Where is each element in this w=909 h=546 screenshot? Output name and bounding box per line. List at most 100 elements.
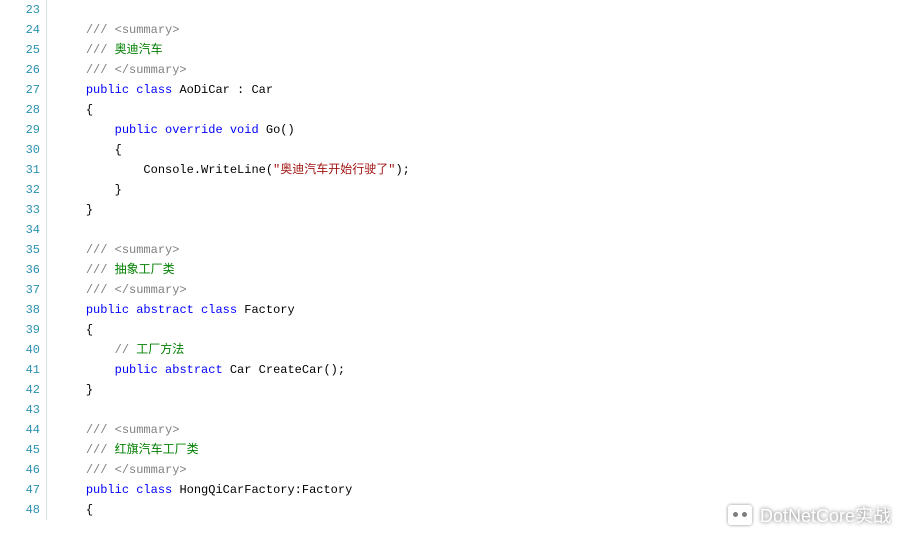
code-line: { [57, 140, 909, 160]
token: { [86, 103, 93, 117]
watermark-text: DotNetCore实战 [760, 502, 891, 528]
code-line: /// </summary> [57, 60, 909, 80]
line-number: 27 [0, 80, 40, 100]
code-area: /// <summary> /// 奥迪汽车 /// </summary> pu… [47, 0, 909, 520]
line-number: 33 [0, 200, 40, 220]
token: "奥迪汽车开始行驶了" [273, 163, 395, 177]
token: /// </summary> [86, 63, 187, 77]
code-line: } [57, 200, 909, 220]
token: class [136, 483, 172, 497]
token: } [86, 183, 122, 197]
line-number: 23 [0, 0, 40, 20]
wechat-icon [728, 505, 752, 525]
line-number: 45 [0, 440, 40, 460]
token [86, 123, 115, 137]
line-number: 32 [0, 180, 40, 200]
line-number: 30 [0, 140, 40, 160]
line-number: 35 [0, 240, 40, 260]
token: /// [86, 443, 115, 457]
token: { [86, 503, 93, 517]
token: Console.WriteLine( [86, 163, 273, 177]
token: Car CreateCar(); [223, 363, 345, 377]
token: public [86, 83, 129, 97]
code-line: Console.WriteLine("奥迪汽车开始行驶了"); [57, 160, 909, 180]
token: { [86, 323, 93, 337]
line-number: 36 [0, 260, 40, 280]
token: override [165, 123, 223, 137]
code-line: } [57, 180, 909, 200]
line-number-gutter: 2324252627282930313233343536373839404142… [0, 0, 47, 520]
token: /// [86, 43, 115, 57]
token: { [86, 143, 122, 157]
line-number: 44 [0, 420, 40, 440]
line-number: 40 [0, 340, 40, 360]
line-number: 26 [0, 60, 40, 80]
token: Factory [237, 303, 295, 317]
token: public [86, 483, 129, 497]
token: abstract [136, 303, 194, 317]
line-number: 39 [0, 320, 40, 340]
line-number: 28 [0, 100, 40, 120]
token: /// [86, 263, 115, 277]
token: /// <summary> [86, 243, 180, 257]
line-number: 25 [0, 40, 40, 60]
code-line [57, 400, 909, 420]
code-line: /// <summary> [57, 420, 909, 440]
token: } [86, 383, 93, 397]
line-number: 46 [0, 460, 40, 480]
token: 工厂方法 [136, 343, 184, 357]
token: abstract [165, 363, 223, 377]
token: class [136, 83, 172, 97]
line-number: 38 [0, 300, 40, 320]
token: } [86, 203, 93, 217]
token: 红旗汽车工厂类 [115, 443, 199, 457]
token: void [230, 123, 259, 137]
code-line: { [57, 100, 909, 120]
code-editor: 2324252627282930313233343536373839404142… [0, 0, 909, 520]
line-number: 42 [0, 380, 40, 400]
code-line: public override void Go() [57, 120, 909, 140]
token [158, 123, 165, 137]
token: /// <summary> [86, 23, 180, 37]
token: public [115, 123, 158, 137]
line-number: 43 [0, 400, 40, 420]
token: 抽象工厂类 [115, 263, 175, 277]
code-line: /// 抽象工厂类 [57, 260, 909, 280]
token [86, 363, 115, 377]
token [158, 363, 165, 377]
line-number: 24 [0, 20, 40, 40]
line-number: 29 [0, 120, 40, 140]
code-line: /// 奥迪汽车 [57, 40, 909, 60]
token [223, 123, 230, 137]
code-line: // 工厂方法 [57, 340, 909, 360]
code-line: public class AoDiCar : Car [57, 80, 909, 100]
token [86, 343, 115, 357]
token [194, 303, 201, 317]
token: Go() [259, 123, 295, 137]
line-number: 41 [0, 360, 40, 380]
token: /// </summary> [86, 283, 187, 297]
token: public [86, 303, 129, 317]
watermark: DotNetCore实战 [728, 502, 891, 528]
code-line: /// </summary> [57, 280, 909, 300]
token: AoDiCar : Car [172, 83, 273, 97]
token: HongQiCarFactory:Factory [172, 483, 352, 497]
token: /// <summary> [86, 423, 180, 437]
code-line: /// <summary> [57, 240, 909, 260]
code-line: /// 红旗汽车工厂类 [57, 440, 909, 460]
line-number: 31 [0, 160, 40, 180]
code-line [57, 0, 909, 20]
code-line: public abstract class Factory [57, 300, 909, 320]
code-line: public class HongQiCarFactory:Factory [57, 480, 909, 500]
token: 奥迪汽车 [115, 43, 163, 57]
token: ); [395, 163, 409, 177]
code-line [57, 220, 909, 240]
code-line: { [57, 320, 909, 340]
code-line: public abstract Car CreateCar(); [57, 360, 909, 380]
line-number: 34 [0, 220, 40, 240]
token: // [115, 343, 137, 357]
line-number: 48 [0, 500, 40, 520]
token: class [201, 303, 237, 317]
line-number: 47 [0, 480, 40, 500]
code-line: /// <summary> [57, 20, 909, 40]
